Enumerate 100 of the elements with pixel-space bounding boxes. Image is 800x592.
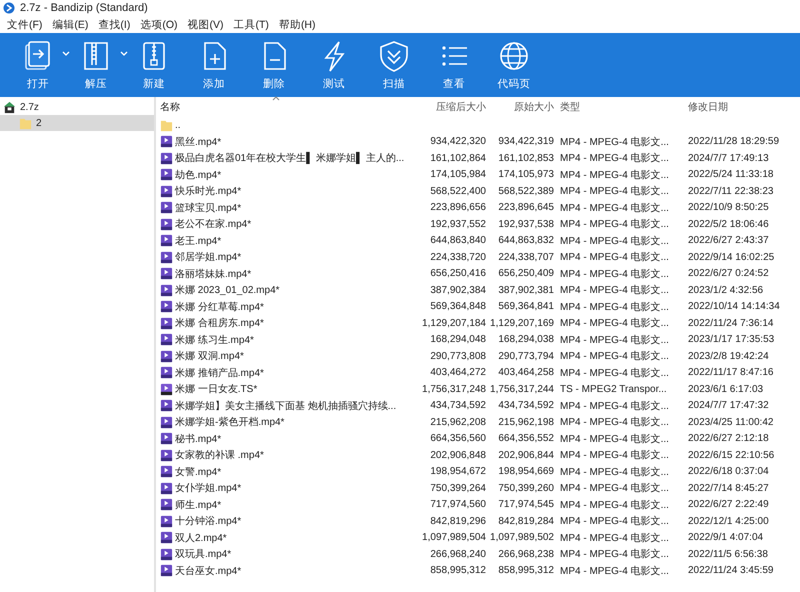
column-header[interactable]: 原始大小 xyxy=(514,100,554,114)
table-cell-text: 224,338,720 xyxy=(429,252,486,263)
menu-item[interactable]: 工具(T) xyxy=(228,18,274,32)
toolbar-button[interactable]: 查看 xyxy=(424,35,484,95)
file-name[interactable]: 米娜 双洞.mp4* xyxy=(175,349,244,364)
menu-item[interactable]: 文件(F) xyxy=(2,18,48,32)
video-file-icon xyxy=(160,316,173,330)
table-cell-text: 161,102,864 xyxy=(429,152,486,164)
table-cell-text: 2022/11/28 18:29:59 xyxy=(687,136,780,148)
table-cell-text: 224,338,707 xyxy=(497,252,554,263)
table-cell-text: 2022/6/27 2:22:49 xyxy=(687,499,770,510)
file-name[interactable]: 米娜学姐-紫色开档.mp4* xyxy=(175,415,284,430)
table-cell-text: 202,906,848 xyxy=(429,450,486,461)
video-file-icon xyxy=(160,284,173,297)
file-name[interactable]: 天台巫女.mp4* xyxy=(175,564,242,578)
file-name[interactable]: 米娜 一日女友.TS* xyxy=(175,382,258,396)
video-file-icon xyxy=(160,300,173,314)
toolbar-button[interactable]: 扫描 xyxy=(364,35,424,95)
file-name[interactable]: 米娜 2023_01_02.mp4* xyxy=(175,283,280,298)
file-name[interactable]: 秘书.mp4* xyxy=(175,432,222,446)
file-name[interactable]: 快乐时光.mp4* xyxy=(175,184,242,198)
globe-icon xyxy=(497,39,531,73)
tree-item[interactable]: 2 xyxy=(0,115,154,131)
table-cell-text: 223,896,645 xyxy=(497,202,554,214)
tree-item[interactable]: 2.7z xyxy=(0,99,154,115)
file-name[interactable]: 老公不在家.mp4* xyxy=(175,217,252,232)
table-cell-text: MP4 - MPEG-4 电影文... xyxy=(559,218,670,232)
toolbar-button[interactable]: 添加 xyxy=(184,35,244,95)
file-name[interactable]: 双人2.mp4* xyxy=(175,530,227,545)
column-header[interactable]: 压缩后大小 xyxy=(436,100,486,114)
file-name[interactable]: 米娜 合租房东.mp4* xyxy=(175,316,264,330)
shield-icon xyxy=(377,39,411,73)
toolbar-button[interactable]: 删除 xyxy=(244,35,304,95)
file-name[interactable]: 劫色.mp4* xyxy=(175,168,222,182)
table-cell-text: 403,464,272 xyxy=(429,367,486,378)
toolbar-button[interactable]: 新建 xyxy=(124,35,184,95)
file-name[interactable]: 女仆学姐.mp4* xyxy=(175,481,242,496)
video-file-icon xyxy=(160,267,173,280)
menu-item[interactable]: 编辑(E) xyxy=(47,18,94,32)
toolbar-button[interactable]: 代码页 xyxy=(484,35,544,95)
file-name[interactable]: 邻居学姐.mp4* xyxy=(175,250,242,264)
table-cell-text: 842,819,296 xyxy=(429,516,486,527)
video-file-icon xyxy=(160,168,173,182)
table-cell-text: 2022/9/14 16:02:25 xyxy=(687,252,776,263)
column-header[interactable]: 名称 xyxy=(160,100,180,114)
table-cell-text: MP4 - MPEG-4 电影文... xyxy=(559,514,670,528)
table-cell-text: 2023/4/25 11:00:42 xyxy=(687,416,774,428)
table-cell-text: 161,102,853 xyxy=(497,152,554,164)
table-cell-text: 858,995,312 xyxy=(429,565,486,576)
file-name[interactable]: 双玩具.mp4* xyxy=(175,547,232,562)
table-cell-text: MP4 - MPEG-4 电影文... xyxy=(559,284,670,298)
table-cell-text: 2022/6/27 2:12:18 xyxy=(687,433,770,444)
file-name[interactable]: 黑丝.mp4* xyxy=(175,134,222,149)
menu-item[interactable]: 查找(I) xyxy=(93,18,136,32)
menu-item[interactable]: 视图(V) xyxy=(182,18,229,32)
file-name[interactable]: 篮球宝贝.mp4* xyxy=(175,200,242,215)
table-cell-text: 290,773,794 xyxy=(497,350,554,362)
video-file-icon xyxy=(160,152,173,165)
table-cell-text: 569,364,841 xyxy=(497,301,554,312)
file-name[interactable]: .. xyxy=(175,120,181,131)
file-name[interactable]: 十分钟浴.mp4* xyxy=(175,514,242,528)
table-cell-text: 168,294,038 xyxy=(497,334,554,346)
table-cell-text: 2022/11/5 6:56:38 xyxy=(687,548,769,560)
caret-icon[interactable] xyxy=(120,51,128,57)
column-header[interactable]: 类型 xyxy=(560,100,580,114)
table-cell-text: 858,995,312 xyxy=(497,565,554,576)
table-cell-text: 387,902,384 xyxy=(429,284,486,296)
menu-item[interactable]: 帮助(H) xyxy=(274,18,321,32)
file-name[interactable]: 师生.mp4* xyxy=(175,498,222,512)
table-cell-text: 403,464,258 xyxy=(497,367,554,378)
file-name[interactable]: 女家教的补课 .mp4* xyxy=(175,448,264,462)
toolbar-button[interactable]: 测试 xyxy=(304,35,364,95)
table-cell-text: MP4 - MPEG-4 电影文... xyxy=(559,432,670,446)
caret-icon[interactable] xyxy=(62,51,70,57)
file-name[interactable]: 米娜学姐】美女主播线下面基 炮机抽插骚穴持续... xyxy=(175,398,396,413)
table-cell-text: 2022/7/11 22:38:23 xyxy=(687,186,774,197)
file-name[interactable]: 极品白虎名器01年在校大学生▌ 米娜学姐▌ 主人的... xyxy=(175,151,404,166)
table-cell-text: 644,863,840 xyxy=(429,235,486,246)
table-cell-text: 2022/9/1 4:07:04 xyxy=(687,532,764,544)
table-cell-text: 2023/1/2 4:32:56 xyxy=(687,284,764,296)
video-file-icon xyxy=(160,482,173,495)
menu-item[interactable]: 选项(O) xyxy=(135,18,183,32)
file-name[interactable]: 米娜 练习生.mp4* xyxy=(175,332,254,347)
table-cell-text: 266,968,238 xyxy=(497,548,554,560)
table-cell-text: 2024/7/7 17:47:32 xyxy=(687,400,770,412)
toolbar-button[interactable]: 解压 xyxy=(66,35,126,95)
table-cell-text: 2024/7/7 17:49:13 xyxy=(687,152,770,164)
table-cell-text: 2022/6/18 0:37:04 xyxy=(687,466,770,478)
file-name[interactable]: 女警.mp4* xyxy=(175,464,222,479)
column-header[interactable]: 修改日期 xyxy=(688,100,728,114)
table-cell-text: MP4 - MPEG-4 电影文... xyxy=(559,334,670,347)
file-name[interactable]: 洛丽塔妹妹.mp4* xyxy=(175,266,252,281)
file-name[interactable]: 老王.mp4* xyxy=(175,234,222,248)
table-cell-text: 198,954,672 xyxy=(429,466,486,478)
table-cell-text: 644,863,832 xyxy=(497,235,554,246)
file-name[interactable]: 米娜 推销产品.mp4* xyxy=(175,366,264,380)
file-name[interactable]: 米娜 分红草莓.mp4* xyxy=(175,300,264,314)
toolbar-button[interactable]: 打开 xyxy=(8,35,68,95)
table-cell-text: TS - MPEG2 Transpor... xyxy=(559,384,668,395)
video-file-icon xyxy=(160,416,173,429)
